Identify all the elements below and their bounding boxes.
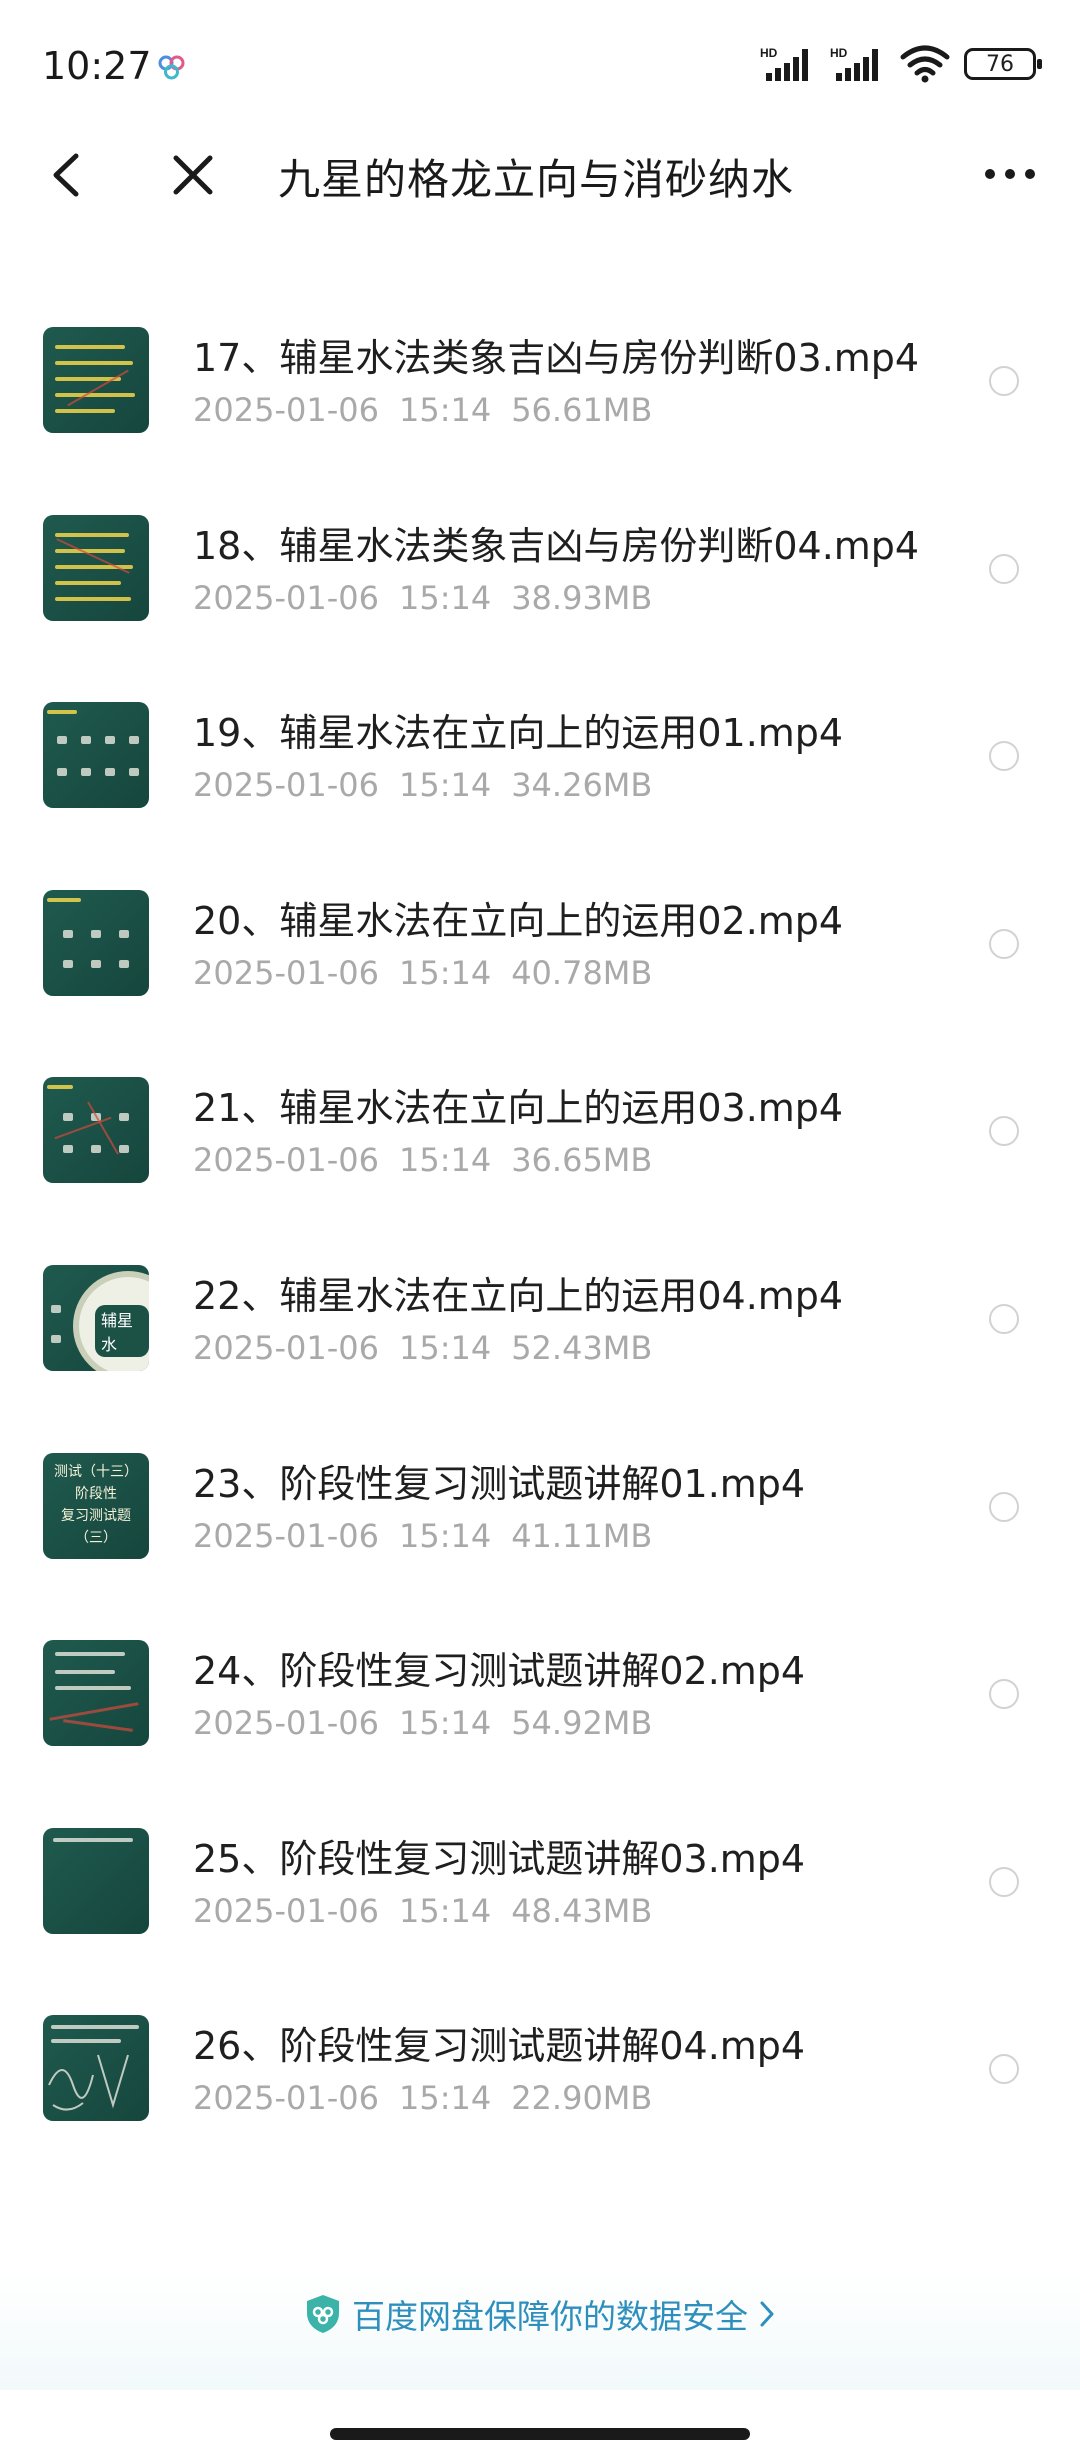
status-bar: 10:27 HD HD 76	[0, 0, 1080, 140]
select-radio[interactable]	[989, 1116, 1019, 1147]
video-thumbnail: 辅星水	[43, 1264, 149, 1371]
shield-icon	[307, 2295, 339, 2333]
chevron-left-icon[interactable]	[44, 150, 88, 200]
home-indicator[interactable]	[330, 2428, 750, 2440]
video-thumbnail	[43, 514, 149, 621]
select-radio[interactable]	[989, 741, 1019, 772]
list-item[interactable]: 辅星水 22、辅星水法在立向上的运用04.mp4 2025-01-06 15:14…	[0, 1233, 1080, 1421]
video-thumbnail	[43, 2015, 149, 2122]
file-name: 24、阶段性复习测试题讲解02.mp4	[193, 1649, 806, 1694]
baidu-netdisk-notification-icon	[158, 55, 185, 80]
file-name: 18、辅星水法类象吉凶与房份判断04.mp4	[193, 523, 920, 568]
file-meta: 2025-01-06 15:14 48.43MB	[193, 1891, 653, 1930]
select-radio[interactable]	[989, 1303, 1019, 1334]
security-footer[interactable]: 百度网盘保障你的数据安全	[0, 2270, 1080, 2390]
video-thumbnail	[43, 1077, 149, 1184]
select-radio[interactable]	[989, 366, 1019, 396]
list-item[interactable]: 24、阶段性复习测试题讲解02.mp4 2025-01-06 15:14 54.92…	[0, 1608, 1080, 1796]
chevron-right-icon	[760, 2301, 774, 2327]
file-name: 17、辅星水法类象吉凶与房份判断03.mp4	[193, 336, 920, 380]
file-name: 21、辅星水法在立向上的运用03.mp4	[193, 1086, 844, 1131]
file-name: 20、辅星水法在立向上的运用02.mp4	[193, 898, 844, 943]
file-meta: 2025-01-06 15:14 56.61MB	[193, 391, 653, 429]
file-name: 25、阶段性复习测试题讲解03.mp4	[193, 1836, 806, 1881]
select-radio[interactable]	[989, 553, 1019, 584]
file-name: 22、辅星水法在立向上的运用04.mp4	[193, 1273, 844, 1318]
battery-indicator: 76	[964, 48, 1042, 80]
more-dots-icon[interactable]	[980, 154, 1040, 194]
file-list: 17、辅星水法类象吉凶与房份判断03.mp4 2025-01-06 15:14 56…	[0, 295, 1080, 2171]
file-meta: 2025-01-06 15:14 34.26MB	[193, 766, 653, 805]
file-name: 23、阶段性复习测试题讲解01.mp4	[193, 1461, 806, 1506]
select-radio[interactable]	[989, 1491, 1019, 1522]
battery-level: 76	[986, 51, 1014, 77]
video-thumbnail: 测试（十三） 阶段性 复习测试题 （三）	[43, 1452, 149, 1559]
status-time: 10:27	[42, 44, 152, 88]
file-meta: 2025-01-06 15:14 52.43MB	[193, 1328, 653, 1367]
security-text: 百度网盘保障你的数据安全	[352, 2297, 748, 2336]
list-item[interactable]: 19、辅星水法在立向上的运用01.mp4 2025-01-06 15:14 34.2…	[0, 670, 1080, 858]
select-radio[interactable]	[989, 1679, 1019, 1710]
video-thumbnail	[43, 1827, 149, 1934]
signal-icon-2: HD	[830, 46, 878, 81]
list-item[interactable]: 测试（十三） 阶段性 复习测试题 （三） 23、阶段性复习测试题讲解01.mp4…	[0, 1421, 1080, 1609]
close-icon[interactable]	[168, 150, 218, 200]
video-thumbnail	[43, 1640, 149, 1747]
thumbnail-text: 测试（十三） 阶段性 复习测试题 （三）	[54, 1463, 138, 1546]
list-item[interactable]: 20、辅星水法在立向上的运用02.mp4 2025-01-06 15:14 40.7…	[0, 858, 1080, 1046]
select-radio[interactable]	[989, 2054, 1019, 2085]
file-name: 26、阶段性复习测试题讲解04.mp4	[193, 2024, 806, 2069]
file-meta: 2025-01-06 15:14 40.78MB	[193, 953, 653, 992]
select-radio[interactable]	[989, 1866, 1019, 1897]
list-item[interactable]: 17、辅星水法类象吉凶与房份判断03.mp4 2025-01-06 15:14 56…	[0, 295, 1080, 483]
file-meta: 2025-01-06 15:14 22.90MB	[193, 2079, 653, 2118]
svg-text:HD: HD	[830, 46, 848, 60]
file-name: 19、辅星水法在立向上的运用01.mp4	[193, 711, 844, 756]
svg-text:HD: HD	[760, 46, 778, 60]
page-title: 九星的格龙立向与消砂纳水	[278, 155, 795, 204]
select-radio[interactable]	[989, 928, 1019, 959]
nav-bar: 九星的格龙立向与消砂纳水	[0, 130, 1080, 220]
signal-icon: HD	[760, 46, 808, 81]
video-thumbnail	[43, 889, 149, 996]
list-item[interactable]: 25、阶段性复习测试题讲解03.mp4 2025-01-06 15:14 48.43…	[0, 1796, 1080, 1984]
video-thumbnail	[43, 702, 149, 809]
list-item[interactable]: 26、阶段性复习测试题讲解04.mp4 2025-01-06 15:14 22.90…	[0, 1983, 1080, 2171]
file-meta: 2025-01-06 15:14 41.11MB	[193, 1516, 653, 1555]
thumbnail-label: 辅星水	[95, 1304, 149, 1357]
video-thumbnail	[43, 327, 149, 433]
wifi-icon	[900, 45, 950, 83]
list-item[interactable]: 18、辅星水法类象吉凶与房份判断04.mp4 2025-01-06 15:14 38…	[0, 483, 1080, 671]
file-meta: 2025-01-06 15:14 38.93MB	[193, 578, 653, 617]
list-item[interactable]: 21、辅星水法在立向上的运用03.mp4 2025-01-06 15:14 36.6…	[0, 1045, 1080, 1233]
file-meta: 2025-01-06 15:14 36.65MB	[193, 1141, 653, 1180]
file-meta: 2025-01-06 15:14 54.92MB	[193, 1704, 653, 1743]
